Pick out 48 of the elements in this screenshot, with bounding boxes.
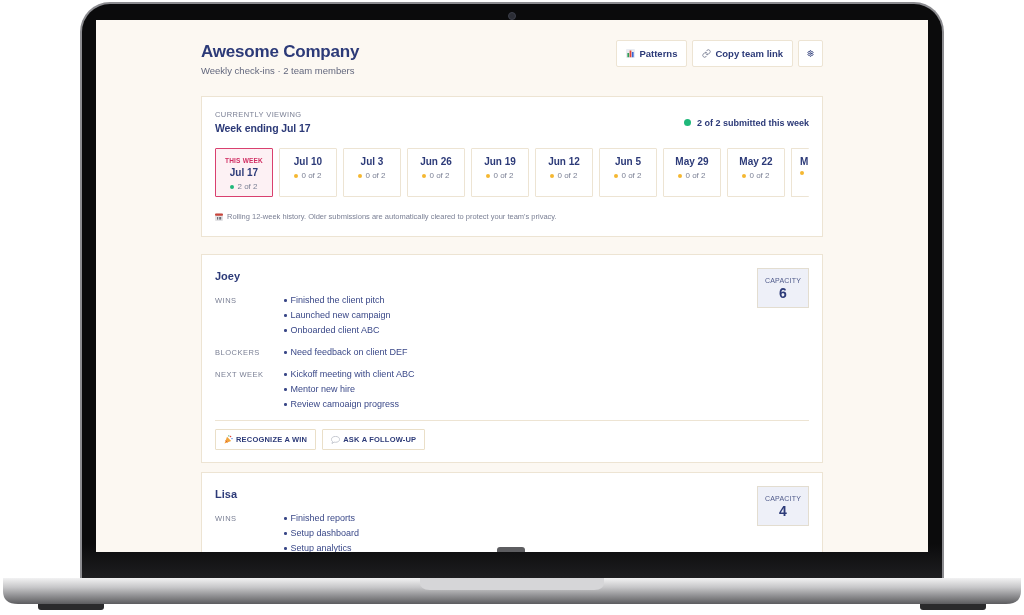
bullet-icon (284, 373, 287, 376)
week-card[interactable]: Jun 19 0 of 2 (471, 148, 529, 197)
week-heading: Week ending Jul 17 (215, 121, 311, 135)
calendar-icon (215, 213, 223, 221)
company-subtitle: Weekly check-ins · 2 team members (201, 64, 356, 77)
bar-chart-icon (626, 49, 636, 58)
bullet-icon (284, 517, 287, 520)
copy-link-button[interactable]: Copy team link (692, 40, 793, 67)
list-item: Launched new campaign (290, 309, 391, 322)
week-card[interactable]: May 29 0 of 2 (663, 148, 721, 197)
week-card[interactable]: Jul 10 0 of 2 (279, 148, 337, 197)
list-item: Setup analytics (290, 542, 352, 552)
settings-icon (807, 50, 814, 57)
list-item: Mentor new hire (290, 383, 356, 396)
bullet-icon (284, 314, 287, 317)
list-item: Need feedback on client DEF (290, 346, 408, 359)
drag-handle-icon (497, 547, 525, 552)
bullet-icon (284, 388, 287, 391)
list-item: Finished the client pitch (290, 294, 385, 307)
company-title: Awesome Company (201, 42, 360, 62)
bullet-icon (284, 329, 287, 332)
list-item: Review camoaign progress (290, 398, 400, 411)
settings-button[interactable] (798, 40, 823, 67)
capacity-value: 6 (779, 285, 787, 301)
week-card[interactable]: Jun 12 0 of 2 (535, 148, 593, 197)
week-card[interactable]: Jul 3 0 of 2 (343, 148, 401, 197)
member-name: Lisa (215, 487, 237, 502)
bullet-icon (284, 532, 287, 535)
list-item: Finished reports (290, 512, 356, 525)
patterns-button[interactable]: Patterns (616, 40, 688, 67)
week-card[interactable]: Jun 26 0 of 2 (407, 148, 465, 197)
list-item: Onboarded client ABC (290, 324, 380, 337)
party-popper-icon (224, 435, 233, 444)
submission-status: 2 of 2 submitted this week (696, 116, 809, 129)
link-icon (702, 49, 712, 58)
member-name: Joey (215, 269, 241, 284)
bullet-icon (284, 351, 287, 354)
bullet-icon (284, 403, 287, 406)
list-item: Kickoff meeting with client ABC (290, 368, 415, 381)
capacity-value: 4 (779, 503, 787, 519)
status-dot-icon (683, 119, 691, 126)
week-card[interactable]: May 22 0 of 2 (727, 148, 785, 197)
bullet-icon (284, 547, 287, 550)
bullet-icon (284, 299, 287, 302)
week-card[interactable]: Jun 5 0 of 2 (599, 148, 657, 197)
speech-bubble-icon (331, 435, 341, 444)
week-card[interactable]: M (791, 148, 809, 197)
list-item: Setup dashboard (290, 527, 360, 540)
